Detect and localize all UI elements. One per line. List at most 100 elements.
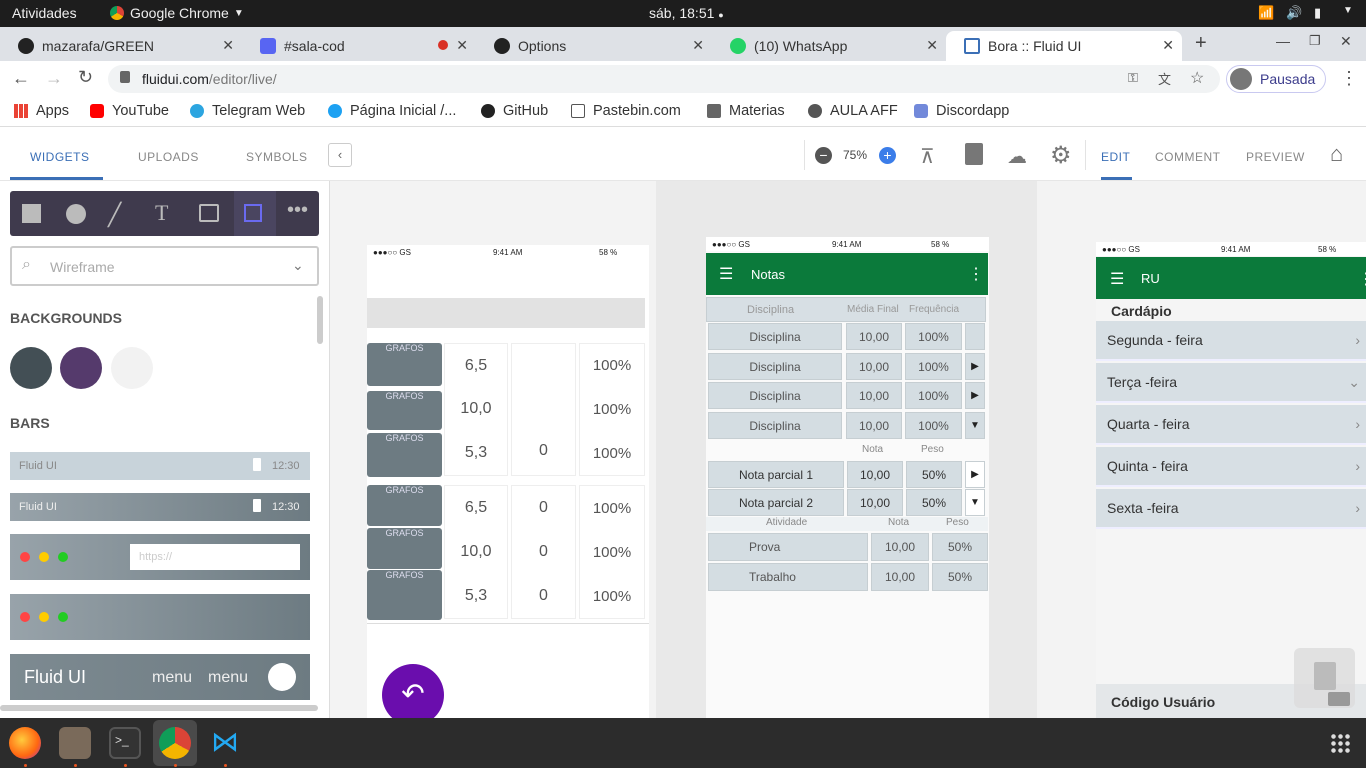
screen-ru[interactable]: ●●●○○ GS 9:41 AM 58 % ☰ RU ⋮ Cardápio Se… (1096, 242, 1366, 718)
reload-icon[interactable]: ↻ (78, 67, 93, 88)
list-item-day[interactable]: Sexta -feira › (1096, 489, 1366, 529)
zoom-in-button[interactable]: + (879, 147, 896, 164)
tab-fluid-ui[interactable]: Bora :: Fluid UI ✕ (946, 31, 1182, 61)
grafos-button[interactable]: GRAFOS (367, 343, 442, 386)
wifi-icon[interactable]: 📶 (1258, 5, 1274, 21)
collapse-panel-button[interactable]: ‹ (328, 143, 352, 167)
translate-icon[interactable]: 文 (1158, 69, 1171, 88)
tab-uploads[interactable]: UPLOADS (138, 150, 199, 164)
horizontal-scrollbar[interactable] (0, 705, 318, 711)
profile-button[interactable]: Pausada (1226, 65, 1326, 93)
hamburger-menu-icon[interactable]: ☰ (719, 264, 733, 284)
bookmark-youtube[interactable]: YouTube (90, 103, 169, 119)
widget-search[interactable]: ⌕ Wireframe ⌄ (10, 246, 319, 286)
show-applications-icon[interactable] (1330, 733, 1352, 755)
terminal-icon[interactable]: >_ (109, 727, 141, 759)
tab-github-green[interactable]: mazarafa/GREEN ✕ (0, 31, 242, 61)
clock[interactable]: sáb, 18:51 ● (649, 5, 724, 21)
gear-icon[interactable]: ⚙ (1050, 141, 1072, 170)
expand-arrow-icon[interactable]: ▶ (965, 353, 985, 380)
new-tab-button[interactable]: + (1195, 32, 1207, 55)
zoom-out-button[interactable]: − (815, 147, 832, 164)
tab-edit[interactable]: EDIT (1101, 150, 1130, 164)
hamburger-menu-icon[interactable]: ☰ (1110, 269, 1124, 289)
bookmark-materias[interactable]: Materias (707, 103, 785, 119)
tab-options[interactable]: Options ✕ (476, 31, 712, 61)
close-icon[interactable]: ✕ (692, 37, 704, 54)
background-swatch-dark[interactable] (10, 347, 52, 389)
text-tool-icon[interactable]: T (155, 200, 168, 226)
grafos-button[interactable]: GRAFOS (367, 570, 442, 620)
close-icon[interactable]: ✕ (926, 37, 938, 54)
activities-button[interactable]: Atividades (12, 5, 77, 21)
star-icon[interactable]: ☆ (1190, 68, 1204, 88)
expand-arrow-icon[interactable]: ▶ (965, 461, 985, 488)
circle-tool-icon[interactable] (66, 204, 86, 224)
file-manager-icon[interactable] (59, 727, 91, 759)
sheep-icon[interactable]: ☁ (1007, 144, 1027, 169)
home-icon[interactable]: ⌂ (1330, 141, 1343, 167)
chrome-icon[interactable] (159, 727, 191, 759)
tab-whatsapp[interactable]: (10) WhatsApp ✕ (712, 31, 946, 61)
browser-bar-widget[interactable]: https:// (10, 534, 310, 580)
add-page-icon[interactable] (965, 143, 983, 165)
list-item-day[interactable]: Terça -feira ⌄ (1096, 363, 1366, 403)
line-tool-icon[interactable]: ╱ (108, 202, 121, 228)
grafos-button[interactable]: GRAFOS (367, 391, 442, 430)
tab-comment[interactable]: COMMENT (1155, 150, 1221, 164)
bookmark-aula-aff[interactable]: AULA AFF (808, 103, 898, 119)
background-swatch-purple[interactable] (60, 347, 102, 389)
screen-grades[interactable]: ●●●○○ GS 9:41 AM 58 % GRAFOS GRAFOS GRAF… (367, 245, 649, 718)
key-icon[interactable]: ⚿ (1128, 70, 1138, 86)
status-bar-dark-widget[interactable]: Fluid UI 12:30 (10, 493, 310, 521)
status-bar-light-widget[interactable]: Fluid UI 12:30 (10, 452, 310, 480)
firefox-icon[interactable] (9, 727, 41, 759)
tab-widgets[interactable]: WIDGETS (30, 150, 90, 164)
close-icon[interactable]: ✕ (222, 37, 234, 54)
list-item-day[interactable]: Quinta - feira › (1096, 447, 1366, 487)
screen-notas[interactable]: ●●●○○ GS 9:41 AM 58 % ☰ Notas ⋮ Discipli… (706, 237, 989, 718)
app-header-widget[interactable]: Fluid UI menu menu (10, 654, 310, 700)
expand-arrow-icon[interactable]: ▶ (965, 382, 985, 409)
back-fab-button[interactable]: ↶ (382, 664, 444, 718)
minimize-icon[interactable]: — (1276, 33, 1290, 49)
back-icon[interactable]: ← (12, 68, 30, 89)
grafos-button[interactable]: GRAFOS (367, 433, 442, 477)
list-item-day[interactable]: Segunda - feira › (1096, 321, 1366, 361)
more-icon[interactable]: ⋮ (1340, 68, 1358, 89)
bookmark-telegram[interactable]: Telegram Web (190, 103, 305, 119)
bookmark-github[interactable]: GitHub (481, 103, 548, 119)
search-input[interactable]: Wireframe (50, 259, 115, 275)
forward-icon[interactable]: → (45, 68, 63, 89)
grafos-button[interactable]: GRAFOS (367, 485, 442, 526)
expand-arrow-icon[interactable]: ▼ (965, 412, 985, 439)
list-item-day[interactable]: Quarta - feira › (1096, 405, 1366, 445)
editor-canvas[interactable]: ●●●○○ GS 9:41 AM 58 % GRAFOS GRAFOS GRAF… (330, 181, 1366, 718)
volume-icon[interactable]: 🔊 (1286, 5, 1302, 21)
bookmark-apps[interactable]: Apps (14, 103, 69, 119)
close-icon[interactable]: ✕ (456, 37, 468, 54)
close-icon[interactable]: ✕ (1162, 37, 1174, 54)
tab-sala-cod[interactable]: #sala-cod ✕ (242, 31, 476, 61)
app-menu[interactable]: Google Chrome ▼ (110, 5, 244, 21)
tab-preview[interactable]: PREVIEW (1246, 150, 1305, 164)
keyboard-icon[interactable] (1328, 692, 1350, 706)
expand-arrow-icon[interactable]: ▼ (965, 489, 985, 516)
panel-scrollbar[interactable] (317, 296, 323, 344)
bookmark-pastebin[interactable]: Pastebin.com (571, 103, 681, 119)
url-bar[interactable]: fluidui.com/editor/live/ ⚿ 文 ☆ (108, 65, 1220, 93)
sitemap-icon[interactable]: ⊼ (920, 144, 935, 169)
more-tools-icon[interactable]: ••• (287, 199, 308, 222)
tab-symbols[interactable]: SYMBOLS (246, 150, 308, 164)
background-swatch-light[interactable] (111, 347, 153, 389)
vscode-icon[interactable]: ⋈ (209, 727, 241, 759)
overflow-menu-icon[interactable]: ⋮ (1358, 269, 1366, 289)
battery-icon[interactable]: ▮ (1314, 5, 1321, 21)
restore-icon[interactable]: ❐ (1309, 33, 1321, 49)
rectangle-tool-icon[interactable] (22, 204, 41, 223)
grafos-button[interactable]: GRAFOS (367, 528, 442, 569)
bookmark-twitter[interactable]: Página Inicial /... (328, 103, 456, 119)
close-window-icon[interactable]: ✕ (1340, 33, 1352, 50)
window-bar-widget[interactable] (10, 594, 310, 640)
overflow-menu-icon[interactable]: ⋮ (968, 264, 984, 284)
